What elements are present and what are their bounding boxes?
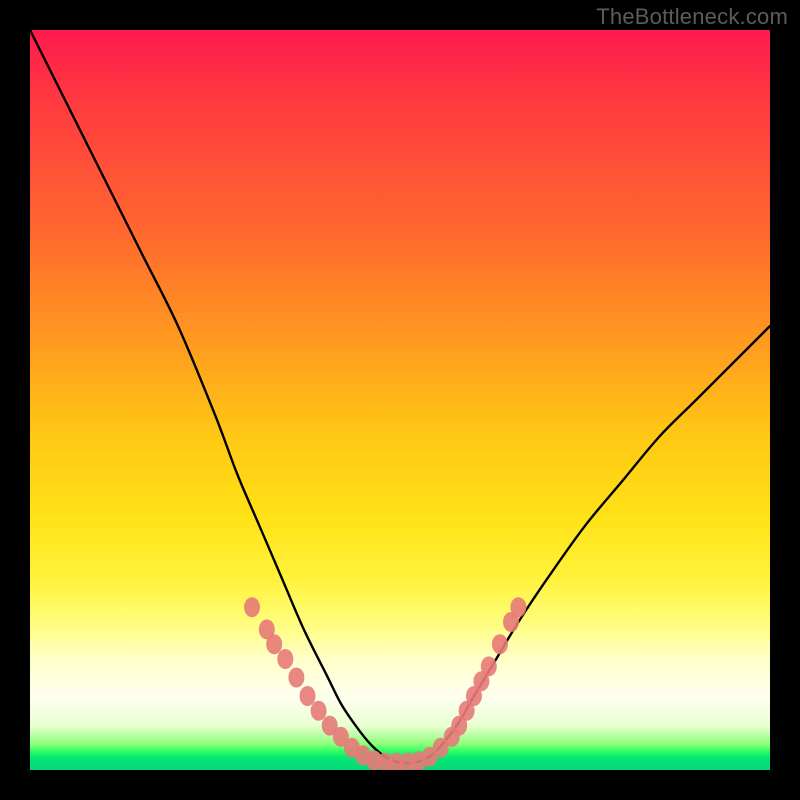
marker-dot bbox=[244, 597, 260, 617]
marker-dot bbox=[510, 597, 526, 617]
plot-area bbox=[30, 30, 770, 770]
marker-dot bbox=[481, 656, 497, 676]
marker-dot bbox=[288, 668, 304, 688]
marker-dot bbox=[311, 701, 327, 721]
marker-dot bbox=[300, 686, 316, 706]
bottleneck-curve bbox=[30, 30, 770, 763]
chart-frame: TheBottleneck.com bbox=[0, 0, 800, 800]
watermark-text: TheBottleneck.com bbox=[596, 4, 788, 30]
marker-dot bbox=[266, 634, 282, 654]
curve-svg bbox=[30, 30, 770, 770]
marker-group bbox=[244, 597, 526, 770]
marker-dot bbox=[277, 649, 293, 669]
marker-dot bbox=[492, 634, 508, 654]
